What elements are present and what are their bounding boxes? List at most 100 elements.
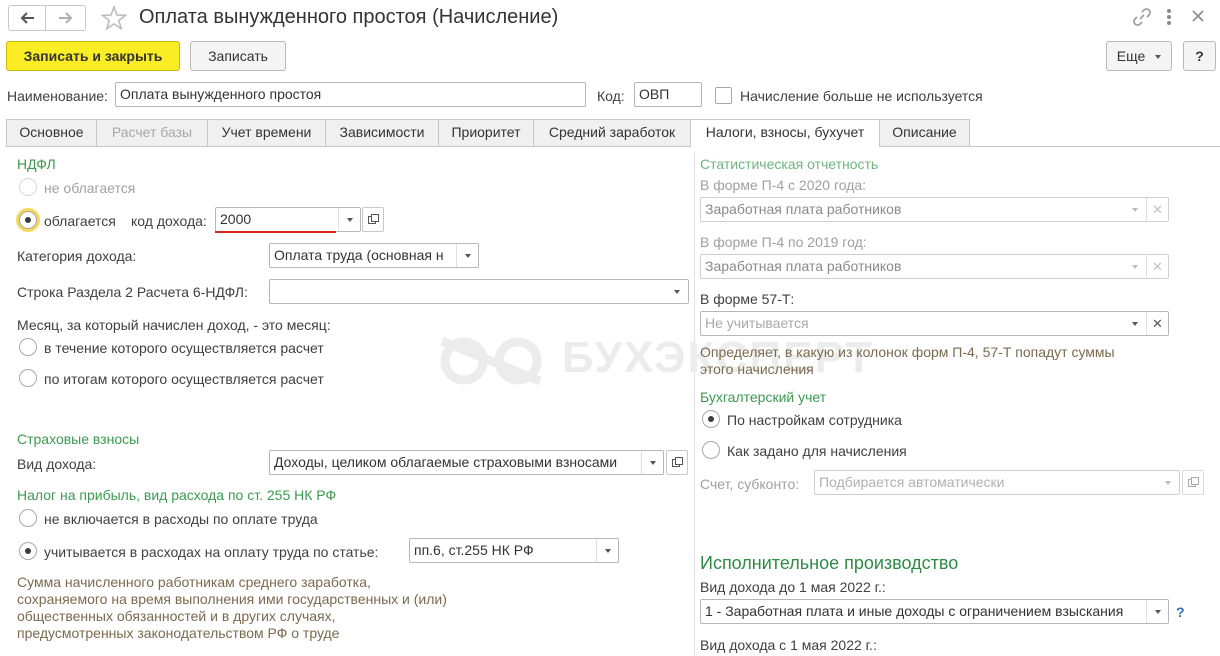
help-button[interactable]: ? [1183,41,1216,71]
more-button-label: Еще [1116,48,1146,64]
ndfl-taxed-radio[interactable] [19,211,37,229]
tab-main[interactable]: Основное [6,119,97,146]
p4-2020-select[interactable]: Заработная плата работников ✕ [700,197,1169,222]
accounting-employee-radio[interactable] [702,410,720,428]
account-open-button[interactable] [1182,470,1204,495]
p4-2019-label: В форме П-4 по 2019 год: [700,234,867,250]
account-placeholder: Подбирается автоматически [819,474,1005,490]
tab-dependencies[interactable]: Зависимости [325,119,439,146]
f57-placeholder: Не учитывается [705,315,809,331]
profit-tax-exclude-radio[interactable] [19,509,37,527]
chevron-down-icon[interactable] [641,451,663,474]
save-and-close-button[interactable]: Записать и закрыть [6,41,180,71]
enforcement-before-select[interactable]: 1 - Заработная плата и иные доходы с огр… [700,599,1169,624]
back-button[interactable] [8,5,46,31]
chevron-down-icon[interactable] [596,539,618,562]
chevron-down-icon [1155,55,1162,60]
chevron-down-icon[interactable] [1124,312,1146,335]
income-category-select[interactable]: Оплата труда (основная н [269,243,479,268]
stats-note-line2: этого начисления [700,361,814,377]
tab-taxes[interactable]: Налоги, взносы, бухучет [690,119,880,147]
line6-select[interactable] [269,279,689,304]
f57-label: В форме 57-Т: [700,291,795,307]
watermark-logo [436,335,554,390]
profit-tax-note-line3: общественных обязанностей и в других слу… [17,608,336,624]
insurance-income-type-select[interactable]: Доходы, целиком облагаемые страховыми вз… [269,450,664,475]
chevron-down-icon[interactable] [666,280,688,303]
clear-icon[interactable]: ✕ [1146,255,1168,278]
income-code-select[interactable]: 2000 [215,207,361,232]
not-used-checkbox[interactable] [715,87,732,104]
month-results-label: по итогам которого осуществляется расчет [44,371,324,387]
insurance-section-title: Страховые взносы [17,431,140,447]
enforcement-section-title: Исполнительное производство [700,553,959,573]
income-category-value: Оплата труда (основная н [274,247,444,263]
window-title: Оплата вынужденного простоя (Начисление) [139,6,559,28]
clear-icon[interactable]: ✕ [1146,198,1168,221]
f57-select[interactable]: Не учитывается ✕ [700,311,1169,336]
profit-tax-article-value: пп.6, ст.255 НК РФ [414,542,534,558]
ndfl-not-taxed-radio[interactable] [19,178,37,196]
ndfl-not-taxed-label: не облагается [44,180,136,196]
insurance-income-type-label: Вид дохода: [17,456,97,472]
accounting-section-title: Бухгалтерский учет [700,389,827,405]
income-category-label: Категория дохода: [17,248,137,264]
name-input[interactable]: Оплата вынужденного простоя [115,82,586,107]
more-button[interactable]: Еще [1106,41,1172,71]
profit-tax-section-title: Налог на прибыль, вид расхода по ст. 255… [17,487,337,503]
tab-description[interactable]: Описание [879,119,970,146]
tab-time-accounting[interactable]: Учет времени [207,119,326,146]
tab-priority[interactable]: Приоритет [438,119,534,146]
clear-icon[interactable]: ✕ [1146,312,1168,335]
income-code-open-button[interactable] [362,207,384,232]
enforcement-help-icon[interactable]: ? [1176,603,1185,621]
accounting-accrual-radio[interactable] [702,441,720,459]
enforcement-before-label: Вид дохода до 1 мая 2022 г.: [700,579,886,595]
p4-2019-value: Заработная плата работников [705,258,902,274]
chevron-down-icon[interactable] [456,244,478,267]
chevron-down-icon[interactable] [338,208,360,231]
code-input[interactable]: ОВП [634,82,702,107]
stats-note-line1: Определяет, в какую из колонок форм П-4,… [700,344,1115,360]
forward-button[interactable] [46,5,86,31]
line6-label: Строка Раздела 2 Расчета 6-НДФЛ: [17,284,248,300]
ndfl-taxed-label: облагается [44,213,116,229]
tab-panel-border [6,146,1220,147]
profit-tax-article-select[interactable]: пп.6, ст.255 НК РФ [409,538,619,563]
income-code-label: код дохода: [131,213,207,229]
profit-tax-include-radio[interactable] [19,542,37,560]
save-button[interactable]: Записать [190,41,286,71]
accounting-accrual-label: Как задано для начисления [727,443,907,459]
chevron-down-icon[interactable] [1124,198,1146,221]
chevron-down-icon[interactable] [1157,471,1179,494]
income-code-red-underline [215,231,336,233]
link-icon[interactable] [1131,6,1153,31]
month-results-radio[interactable] [19,369,37,387]
income-code-value: 2000 [220,211,252,227]
tab-base-calculation[interactable]: Расчет базы [96,119,208,146]
arrow-left-icon [20,12,34,24]
open-window-icon [1187,477,1199,487]
ndfl-section-title: НДФЛ [17,156,56,172]
profit-tax-note-line2: сохраняемого на время выполнения ими гос… [17,591,447,607]
profit-tax-note-line1: Сумма начисленного работникам среднего з… [17,574,371,590]
accounting-employee-label: По настройкам сотрудника [727,412,902,428]
profit-tax-include-label: учитывается в расходах на оплату труда п… [44,544,379,560]
column-divider [694,152,695,656]
account-select[interactable]: Подбирается автоматически [814,470,1180,495]
chevron-down-icon[interactable] [1124,255,1146,278]
enforcement-after-label: Вид дохода с 1 мая 2022 г.: [700,637,877,653]
code-label: Код: [597,88,625,104]
tab-active-mask [691,145,879,148]
profit-tax-note-line4: предусмотренных законодательством РФ о т… [17,625,340,641]
tab-average-earnings[interactable]: Средний заработок [533,119,691,146]
favorite-star-icon[interactable] [100,4,128,35]
insurance-open-button[interactable] [666,450,688,475]
insurance-income-type-value: Доходы, целиком облагаемые страховыми вз… [274,454,618,470]
close-icon[interactable] [1189,7,1207,28]
chevron-down-icon[interactable] [1146,600,1168,623]
month-during-label: в течение которого осуществляется расчет [44,340,324,356]
p4-2019-select[interactable]: Заработная плата работников ✕ [700,254,1169,279]
menu-dots-icon[interactable] [1166,7,1172,27]
month-during-radio[interactable] [19,338,37,356]
